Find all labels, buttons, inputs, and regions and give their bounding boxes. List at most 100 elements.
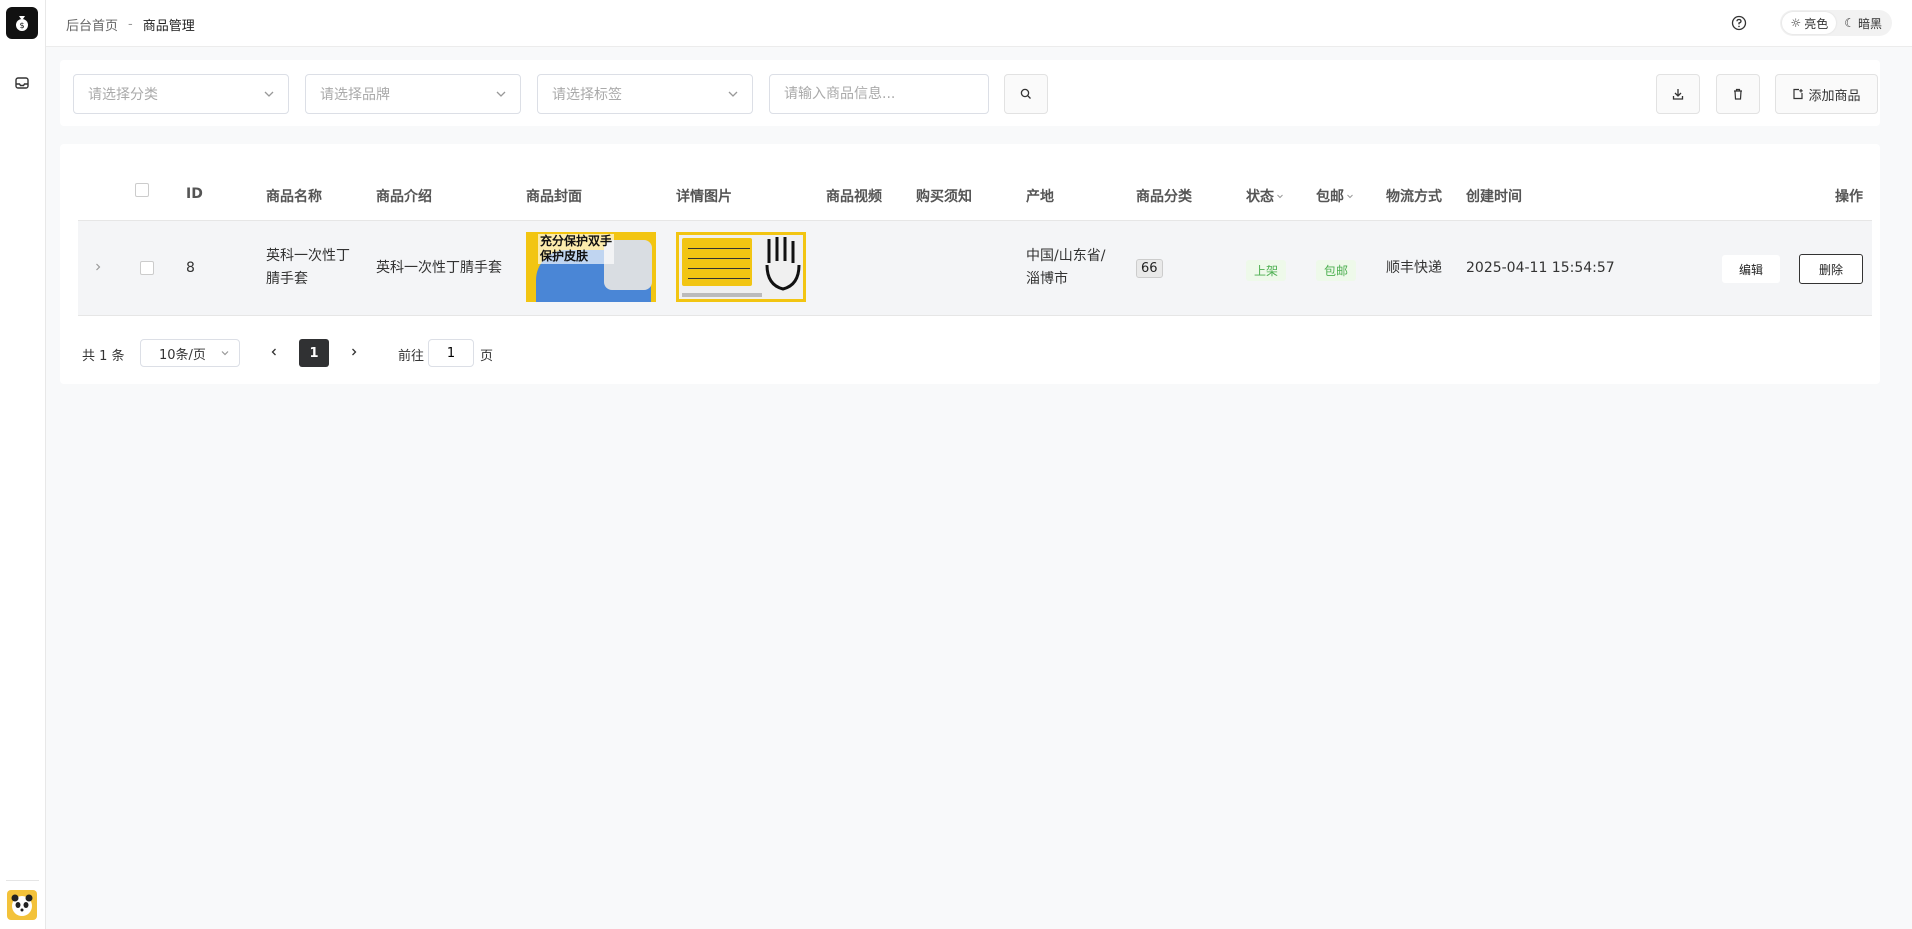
tag-select[interactable]: 请选择标签 [537, 74, 753, 114]
cell-name-line1: 英科一次性丁 [266, 248, 350, 264]
cover-caption: 充分保护双手 保护皮肤 [538, 234, 615, 264]
search-icon [1020, 88, 1031, 99]
category-badge: 66 [1136, 259, 1163, 278]
column-header-origin: 产地 [1026, 189, 1054, 205]
column-header-status[interactable]: 状态 [1246, 186, 1284, 206]
detail-text-line [688, 278, 750, 279]
column-header-name: 商品名称 [266, 189, 322, 205]
column-header-id: ID [186, 186, 203, 202]
column-header-category: 商品分类 [1136, 189, 1192, 205]
cell-logistics: 顺丰快递 [1386, 260, 1442, 276]
chevron-down-icon [264, 91, 274, 97]
glove-outline-icon [765, 237, 801, 291]
add-product-button[interactable]: 添加商品 [1775, 74, 1878, 114]
trash-icon [1734, 88, 1742, 100]
product-cover-image[interactable]: 充分保护双手 保护皮肤 [526, 232, 656, 302]
search-button[interactable] [1004, 74, 1048, 114]
theme-dark-label: 暗黑 [1857, 16, 1882, 31]
sun-icon: ☼ [1790, 16, 1802, 30]
tag-placeholder: 请选择标签 [552, 87, 622, 103]
add-product-label: 添加商品 [1808, 88, 1861, 104]
cell-created: 2025-04-11 15:54:57 [1466, 260, 1615, 276]
cell-origin-line1: 中国/山东省/ [1026, 248, 1106, 264]
cover-caption-line2: 保护皮肤 [540, 249, 589, 263]
filter-chevron-icon [1347, 194, 1353, 199]
theme-switch: ☼ 亮色 ☾ 暗黑 [1780, 10, 1892, 36]
help-icon[interactable] [1730, 14, 1748, 32]
detail-label-panel [682, 238, 752, 286]
breadcrumb-current: 商品管理 [142, 19, 195, 34]
column-header-intro: 商品介绍 [376, 189, 432, 205]
page-size-select[interactable]: 10条/页 [140, 339, 240, 367]
column-header-created: 创建时间 [1466, 189, 1522, 205]
product-search-input[interactable] [769, 74, 989, 114]
table-row: 8 英科一次性丁 腈手套 英科一次性丁腈手套 充分保护双手 保护皮肤 中国/山东… [78, 220, 1872, 316]
edit-button[interactable]: 编辑 [1722, 255, 1780, 283]
page-number-current[interactable]: 1 [299, 339, 329, 367]
breadcrumb-home[interactable]: 后台首页 [66, 15, 118, 34]
cell-origin-line2: 淄博市 [1026, 271, 1068, 287]
money-bag-icon: $ [16, 16, 28, 31]
shipping-header-label: 包邮 [1316, 189, 1344, 205]
brand-placeholder: 请选择品牌 [320, 87, 390, 103]
product-detail-image[interactable] [676, 232, 806, 302]
column-header-cover: 商品封面 [526, 189, 582, 205]
add-document-icon [1793, 88, 1804, 100]
filter-chevron-icon [1277, 194, 1283, 199]
theme-dark-option[interactable]: ☾ 暗黑 [1836, 12, 1890, 34]
cell-origin: 中国/山东省/ 淄博市 [1026, 245, 1105, 291]
chevron-left-icon [271, 348, 276, 356]
theme-light-option[interactable]: ☼ 亮色 [1782, 12, 1837, 34]
chevron-down-icon [221, 351, 229, 356]
shipping-badge: 包邮 [1316, 260, 1357, 281]
filter-bar: 请选择分类 请选择品牌 请选择标签 添加商品 [60, 60, 1880, 126]
inbox-icon[interactable] [12, 73, 32, 93]
page-suffix-label: 页 [480, 349, 494, 364]
cell-name-line2: 腈手套 [266, 271, 308, 287]
category-select[interactable]: 请选择分类 [73, 74, 289, 114]
chevron-down-icon [728, 91, 738, 97]
goto-page-input[interactable] [428, 339, 474, 367]
batch-delete-button[interactable] [1716, 74, 1760, 114]
panda-icon [11, 894, 33, 916]
download-icon [1672, 89, 1684, 100]
top-header: 后台首页 - 商品管理 ☼ 亮色 ☾ 暗黑 [46, 0, 1912, 47]
category-placeholder: 请选择分类 [88, 87, 158, 103]
status-header-label: 状态 [1246, 189, 1274, 205]
next-page-button[interactable] [346, 344, 362, 360]
detail-text-line [688, 268, 750, 269]
pagination-total: 共 1 条 [82, 349, 125, 364]
delete-button[interactable]: 删除 [1799, 254, 1863, 284]
expand-row-icon[interactable] [92, 261, 106, 275]
download-button[interactable] [1656, 74, 1700, 114]
column-header-shipping[interactable]: 包邮 [1316, 186, 1354, 206]
cover-caption-line1: 充分保护双手 [540, 234, 613, 248]
row-checkbox[interactable] [140, 261, 154, 275]
product-table: ID 商品名称 商品介绍 商品封面 详情图片 商品视频 购买须知 产地 商品分类… [60, 144, 1880, 384]
goto-label: 前往 [398, 349, 425, 364]
previous-page-button[interactable] [266, 344, 282, 360]
avatar[interactable] [7, 890, 37, 920]
column-header-actions: 操作 [1835, 189, 1863, 205]
cell-intro: 英科一次性丁腈手套 [376, 260, 502, 276]
brand-select[interactable]: 请选择品牌 [305, 74, 521, 114]
detail-text-line [688, 258, 750, 259]
column-header-video: 商品视频 [826, 189, 882, 205]
detail-text-line [688, 248, 750, 249]
column-header-logistics: 物流方式 [1386, 189, 1442, 205]
select-all-checkbox[interactable] [135, 183, 149, 197]
page-size-value: 10条/页 [159, 347, 206, 363]
column-header-notice: 购买须知 [916, 189, 972, 205]
chevron-right-icon [352, 348, 357, 356]
chevron-down-icon [496, 91, 506, 97]
sidebar-divider [6, 880, 39, 881]
column-header-detail-images: 详情图片 [676, 189, 732, 205]
cell-id: 8 [186, 260, 195, 276]
theme-light-label: 亮色 [1804, 16, 1829, 31]
pagination: 共 1 条 10条/页 1 前往 页 [60, 338, 1880, 368]
cell-name: 英科一次性丁 腈手套 [266, 245, 366, 291]
sidebar: $ [0, 0, 46, 929]
app-logo[interactable]: $ [6, 7, 38, 39]
breadcrumb: 后台首页 - 商品管理 [66, 15, 195, 34]
svg-text:$: $ [19, 21, 24, 30]
